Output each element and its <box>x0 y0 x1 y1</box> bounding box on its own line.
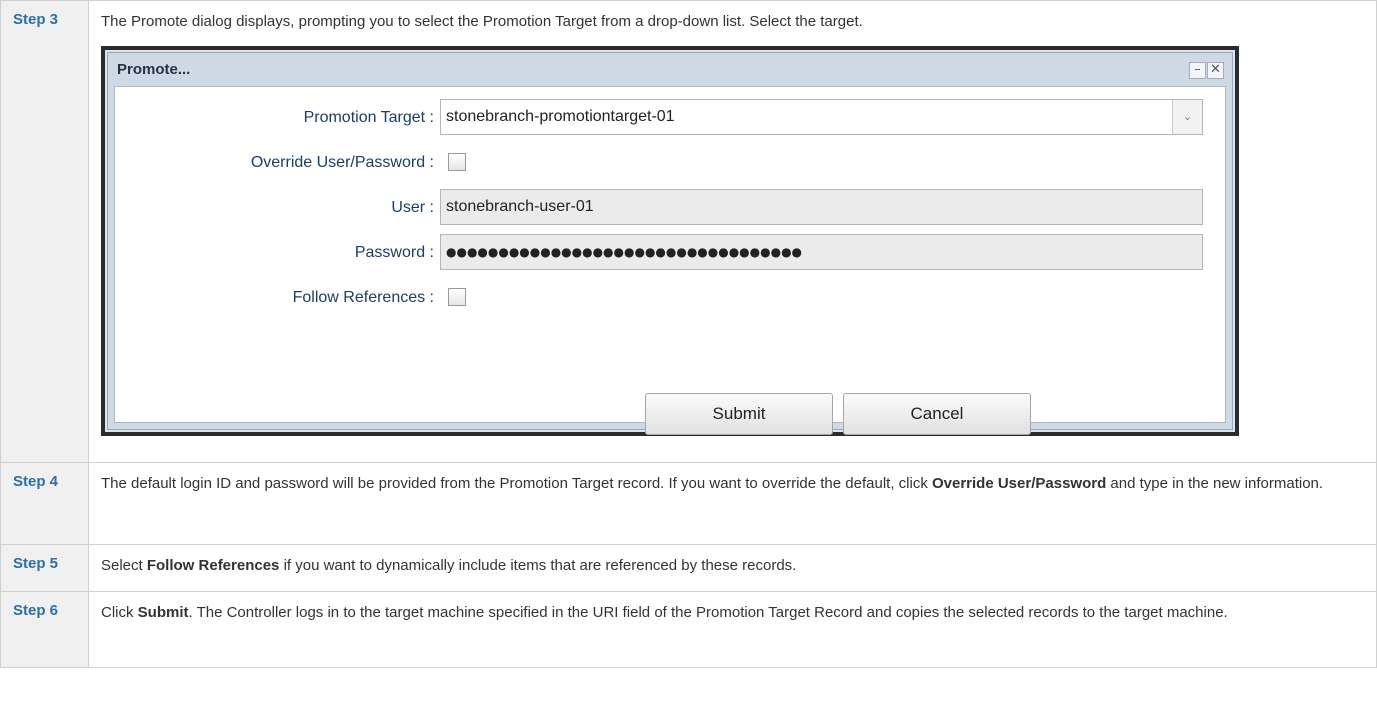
step-text: Select <box>101 557 147 574</box>
user-row: User : <box>115 189 440 225</box>
step-content: Click Submit. The Controller logs in to … <box>88 591 1377 668</box>
cancel-button[interactable]: Cancel <box>843 393 1031 435</box>
override-checkbox[interactable] <box>448 153 466 171</box>
promotion-target-row: Promotion Target : <box>115 99 440 135</box>
minimize-icon[interactable]: – <box>1189 62 1206 79</box>
step-text: if you want to dynamically include items… <box>279 557 797 574</box>
password-row: Password : <box>115 234 440 270</box>
promotion-target-label: Promotion Target : <box>303 108 434 126</box>
password-field[interactable]: ●●●●●●●●●●●●●●●●●●●●●●●●●●●●●●●●●● <box>440 234 1203 270</box>
step-row-4: Step 4 The default login ID and password… <box>0 462 1377 545</box>
step-row-3: Step 3 The Promote dialog displays, prom… <box>0 0 1377 463</box>
step-text: and type in the new information. <box>1106 475 1324 492</box>
user-label: User : <box>391 198 434 216</box>
step-text: . The Controller logs in to the target m… <box>188 604 1228 621</box>
step-row-6: Step 6 Click Submit. The Controller logs… <box>0 591 1377 668</box>
dialog-window-controls: – ✕ <box>1188 62 1224 79</box>
step-text: Click <box>101 604 138 621</box>
dialog-screenshot: Promote... – ✕ Promotion Target : stoneb… <box>101 46 1239 436</box>
step-bold-term: Submit <box>137 604 189 621</box>
step-label: Step 4 <box>0 462 89 545</box>
steps-table: Step 3 The Promote dialog displays, prom… <box>0 0 1377 668</box>
step-bold-term: Override User/Password <box>931 475 1107 492</box>
step-content: The Promote dialog displays, prompting y… <box>88 0 1377 463</box>
promotion-target-value: stonebranch-promotiontarget-01 <box>446 108 675 125</box>
step-text: The default login ID and password will b… <box>101 475 932 492</box>
step-row-5: Step 5 Select Follow References if you w… <box>0 544 1377 592</box>
step-label: Step 3 <box>0 0 89 463</box>
chevron-down-icon[interactable]: ⌄ <box>1172 100 1202 134</box>
override-label: Override User/Password : <box>250 153 434 171</box>
follow-references-checkbox[interactable] <box>448 288 466 306</box>
promote-dialog: Promote... – ✕ Promotion Target : stoneb… <box>107 52 1233 435</box>
password-value: ●●●●●●●●●●●●●●●●●●●●●●●●●●●●●●●●●● <box>446 245 803 259</box>
follow-references-row: Follow References : <box>115 279 440 315</box>
override-row: Override User/Password : <box>115 144 440 180</box>
step-label: Step 5 <box>0 544 89 592</box>
dialog-title: Promote... <box>117 61 191 78</box>
step-content: The default login ID and password will b… <box>88 462 1377 545</box>
submit-button[interactable]: Submit <box>645 393 833 435</box>
close-icon[interactable]: ✕ <box>1207 62 1224 79</box>
promotion-target-select[interactable]: stonebranch-promotiontarget-01 ⌄ <box>440 99 1203 135</box>
dialog-body: Promotion Target : stonebranch-promotion… <box>114 86 1226 435</box>
step-bold-term: Follow References <box>146 557 280 574</box>
step-text: The Promote dialog displays, prompting y… <box>101 13 863 30</box>
user-value: stonebranch-user-01 <box>446 198 594 215</box>
user-field[interactable]: stonebranch-user-01 <box>440 189 1203 225</box>
step-label: Step 6 <box>0 591 89 668</box>
follow-references-label: Follow References : <box>292 288 434 306</box>
step-content: Select Follow References if you want to … <box>88 544 1377 592</box>
password-label: Password : <box>354 243 434 261</box>
